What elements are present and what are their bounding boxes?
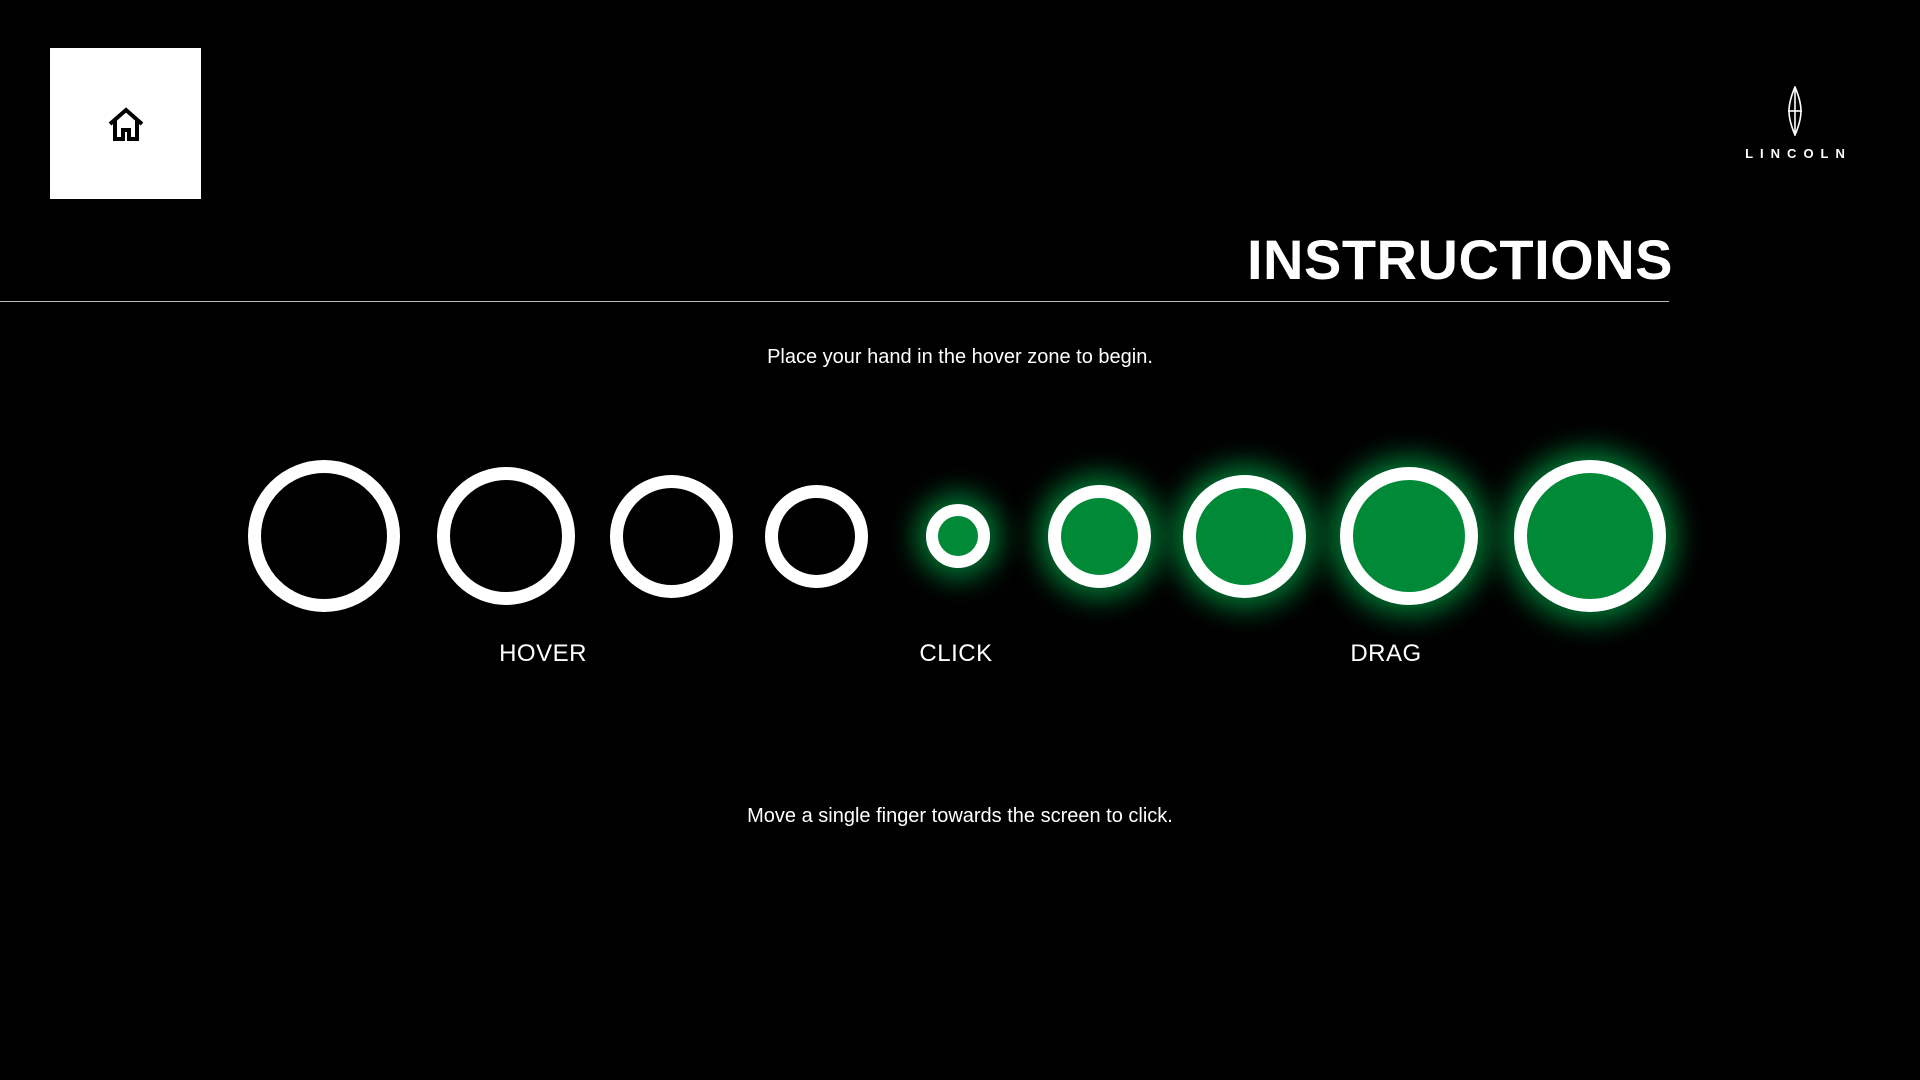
title-divider	[0, 301, 1669, 302]
home-button[interactable]	[50, 48, 201, 199]
drag-ring-4	[1514, 460, 1666, 612]
home-icon	[106, 106, 146, 142]
drag-ring-2	[1183, 475, 1306, 598]
drag-ring-1	[1048, 485, 1151, 588]
hover-ring-3	[610, 475, 733, 598]
hover-ring-4	[765, 485, 868, 588]
hover-ring-2	[437, 467, 575, 605]
click-ring	[926, 504, 990, 568]
drag-ring-3	[1340, 467, 1478, 605]
footer-instruction: Move a single finger towards the screen …	[747, 805, 1173, 827]
hover-label: HOVER	[499, 640, 587, 667]
lincoln-star-icon	[1785, 86, 1805, 136]
page-title: INSTRUCTIONS	[1247, 228, 1673, 291]
intro-text: Place your hand in the hover zone to beg…	[767, 346, 1153, 368]
brand-logo: LINCOLN	[1735, 86, 1855, 161]
hover-ring-1	[248, 460, 400, 612]
click-label: CLICK	[919, 640, 993, 667]
drag-label: DRAG	[1350, 640, 1422, 667]
brand-wordmark: LINCOLN	[1745, 146, 1852, 161]
instructions-page: LINCOLN INSTRUCTIONS Place your hand in …	[0, 0, 1920, 1080]
